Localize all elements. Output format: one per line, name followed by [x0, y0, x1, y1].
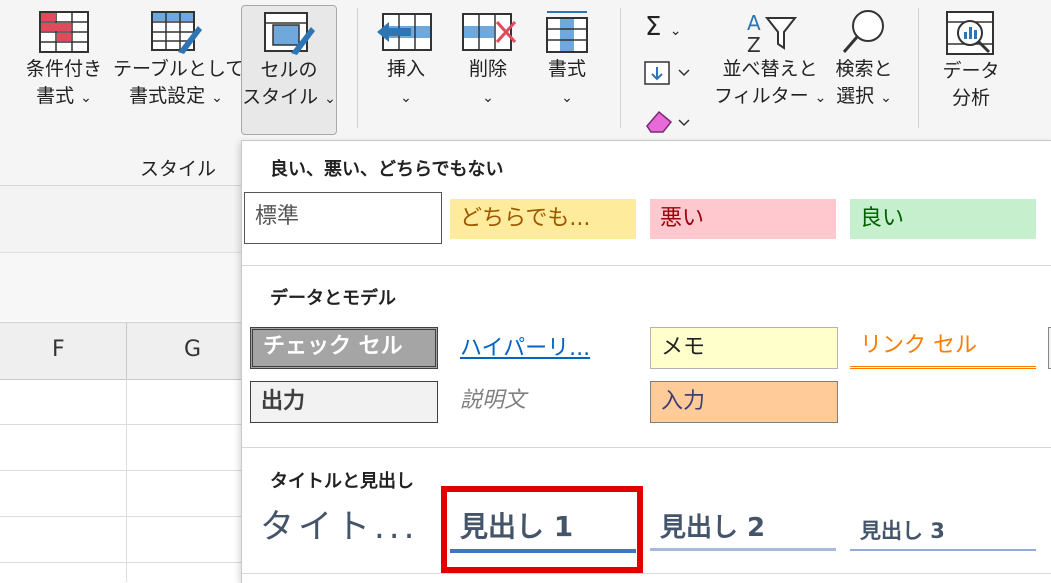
ribbon: 条件付き 書式 ⌄ テーブルとして 書式設定 ⌄ セルの スタイル ⌄ 挿入 ⌄… [0, 0, 1051, 140]
conditional-format-button[interactable]: 条件付き 書式 ⌄ [14, 8, 114, 112]
format-as-table-button[interactable]: テーブルとして 書式設定 ⌄ [113, 8, 245, 112]
cell-styles-icon [264, 12, 315, 55]
format-as-table-label-1: テーブルとして [113, 58, 245, 80]
column-divider [126, 323, 127, 379]
style-output[interactable]: 出力 [250, 381, 438, 423]
sort-filter-icon: A Z [747, 11, 798, 56]
section-title-data-model: データとモデル [270, 288, 396, 309]
sheet-toolbar-area [0, 253, 242, 321]
clear-button[interactable] [643, 106, 699, 138]
grid-line [0, 516, 242, 517]
format-as-table-label-row: 書式設定 ⌄ [113, 83, 239, 112]
style-normal[interactable]: 標準 [244, 192, 442, 244]
conditional-format-label-2: 書式 [36, 85, 75, 107]
find-select-label-2: 選択 [836, 85, 875, 107]
chevron-down-icon: ⌄ [561, 90, 573, 106]
column-header-f[interactable]: F [52, 337, 65, 362]
styles-group-label: スタイル [140, 158, 217, 180]
style-input[interactable]: 入力 [650, 381, 838, 423]
eraser-icon [646, 110, 690, 133]
style-heading-3[interactable]: 見出し 3 [850, 511, 1036, 551]
find-select-label-row: 選択 ⌄ [828, 83, 900, 112]
grid-line [0, 470, 242, 471]
column-header-row: F G [0, 322, 242, 380]
insert-label: 挿入 [386, 58, 425, 80]
insert-button[interactable]: 挿入 ⌄ [372, 8, 440, 112]
autosum-button[interactable]: Σ ⌄ [645, 12, 681, 42]
analyze-data-label-2: 分析 [951, 87, 990, 109]
analyze-data-label-1: データ [942, 60, 1000, 82]
chevron-down-icon: ⌄ [211, 90, 223, 106]
conditional-format-label-1: 条件付き [25, 58, 102, 80]
highlight-box [441, 486, 643, 573]
find-select-button[interactable]: 検索と 選択 ⌄ [828, 8, 900, 112]
cell-styles-label-2: スタイル [242, 86, 319, 108]
section-divider [242, 447, 1051, 448]
styles-group-footer: スタイル [0, 140, 242, 186]
style-title[interactable]: タイト... [252, 503, 442, 553]
ribbon-separator [918, 8, 919, 128]
format-label: 書式 [547, 58, 586, 80]
svg-text:Z: Z [747, 33, 761, 56]
chevron-down-icon: ⌄ [814, 90, 827, 106]
style-bad[interactable]: 悪い [650, 199, 836, 239]
delete-chevron-row: ⌄ [454, 83, 522, 112]
chevron-down-icon: ⌄ [880, 90, 892, 106]
chevron-down-icon: ⌄ [324, 91, 336, 107]
style-hyperlink[interactable]: ハイパーリ... [450, 329, 636, 369]
chevron-down-icon: ⌄ [400, 90, 412, 106]
cell-styles-label-row: スタイル ⌄ [242, 84, 336, 113]
conditional-format-icon [39, 11, 89, 53]
ribbon-separator [620, 8, 621, 128]
sort-filter-label-2: フィルター [714, 85, 809, 107]
style-check-cell[interactable]: チェック セル [250, 327, 438, 369]
format-chevron-row: ⌄ [536, 83, 598, 112]
fill-button[interactable] [643, 60, 699, 92]
magnifier-icon [842, 10, 884, 53]
style-linked-cell[interactable]: リンク セル [850, 327, 1036, 369]
grid-line [126, 379, 127, 582]
section-divider [242, 573, 1051, 574]
formula-bar-area [0, 186, 242, 253]
style-heading-2[interactable]: 見出し 2 [650, 507, 836, 551]
autosum-icon: Σ [645, 12, 662, 42]
cell-styles-label-1: セルの [260, 59, 318, 81]
style-good[interactable]: 良い [850, 199, 1036, 239]
grid-line [0, 562, 242, 563]
format-as-table-label-2: 書式設定 [129, 85, 206, 107]
format-button[interactable]: 書式 ⌄ [536, 8, 598, 112]
find-select-label-1: 検索と [835, 58, 893, 80]
ribbon-separator [357, 8, 358, 128]
fill-down-icon [644, 61, 690, 85]
cell-styles-button[interactable]: セルの スタイル ⌄ [241, 5, 337, 135]
analyze-data-button[interactable]: データ 分析 [936, 8, 1006, 112]
chevron-down-icon: ⌄ [80, 90, 92, 106]
sort-filter-button[interactable]: A Z 並べ替えと フィルター ⌄ [714, 8, 826, 112]
section-title-good-bad: 良い、悪い、どちらでもない [270, 159, 504, 180]
sort-filter-label-row: フィルター ⌄ [714, 83, 826, 112]
style-neutral[interactable]: どちらでも... [450, 199, 636, 239]
insert-cells-icon [377, 13, 432, 51]
delete-cells-icon [462, 13, 517, 51]
delete-label: 削除 [468, 58, 507, 80]
cell-styles-gallery: 良い、悪い、どちらでもない 標準 どちらでも... 悪い 良い データとモデル … [241, 140, 1051, 583]
section-title-titles: タイトルと見出し [270, 471, 414, 492]
format-as-table-icon [151, 11, 202, 54]
conditional-format-label-row: 書式 ⌄ [14, 83, 114, 112]
grid-line [0, 424, 242, 425]
delete-button[interactable]: 削除 ⌄ [454, 8, 522, 112]
chevron-down-icon: ⌄ [482, 90, 494, 106]
chevron-down-icon: ⌄ [669, 23, 682, 39]
style-explanatory[interactable]: 説明文 [450, 381, 636, 423]
column-header-g[interactable]: G [184, 337, 201, 362]
style-note[interactable]: メモ [650, 327, 838, 369]
format-cells-icon [546, 11, 588, 53]
insert-chevron-row: ⌄ [372, 83, 440, 112]
svg-text:A: A [747, 11, 761, 35]
sort-filter-label-1: 並べ替えと [722, 58, 818, 80]
section-divider [242, 265, 1051, 266]
analyze-data-icon [946, 11, 994, 55]
